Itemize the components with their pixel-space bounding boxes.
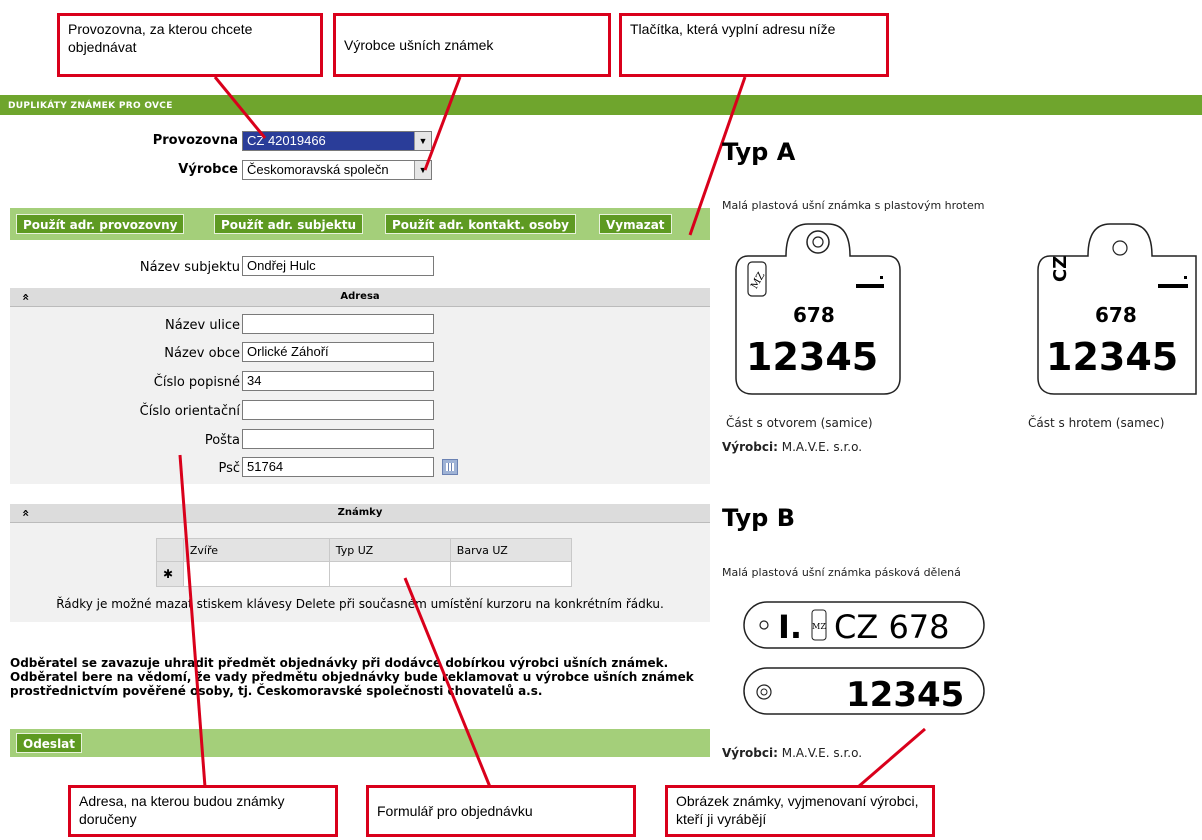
type-a-manufacturers: Výrobci: M.A.V.E. s.r.o. xyxy=(722,440,862,454)
tag-b-roman: I. xyxy=(778,608,802,646)
type-b-manufacturers: Výrobci: M.A.V.E. s.r.o. xyxy=(722,746,862,760)
tag-a-male-top: 678 xyxy=(1095,303,1137,327)
connector-obrazek xyxy=(857,727,926,789)
tag-b-image: I. MZ CZ 678 12345 xyxy=(743,601,985,715)
type-a-title: Typ A xyxy=(722,138,796,166)
tag-a-male-image: CZ 678 12345 xyxy=(1037,223,1197,395)
type-b-manufacturers-value: M.A.V.E. s.r.o. xyxy=(781,746,863,760)
tag-a-female-image: MZ 678 12345 xyxy=(735,223,901,395)
tag-a-female-number: 12345 xyxy=(746,335,878,379)
type-b-manufacturers-label: Výrobci: xyxy=(722,746,778,760)
callout-connectors xyxy=(178,76,926,789)
connector-vyrobce xyxy=(423,76,462,171)
type-a-manufacturers-label: Výrobci: xyxy=(722,440,778,454)
tag-b-country-code: CZ 678 xyxy=(834,608,950,646)
connector-adresa xyxy=(178,454,207,788)
tag-b-logo: MZ xyxy=(812,622,826,631)
tag-a-male-country: CZ xyxy=(1050,256,1071,282)
tag-a-female-top: 678 xyxy=(793,303,835,327)
type-b-title: Typ B xyxy=(722,504,795,532)
connector-formular xyxy=(403,577,492,788)
connector-provozovna xyxy=(213,76,267,139)
tag-a-male-number: 12345 xyxy=(1046,335,1178,379)
type-a-manufacturers-value: M.A.V.E. s.r.o. xyxy=(781,440,863,454)
tag-a-female-caption: Část s otvorem (samice) xyxy=(726,416,873,430)
type-b-description: Malá plastová ušní známka pásková dělená xyxy=(722,566,961,579)
type-a-description: Malá plastová ušní známka s plastovým hr… xyxy=(722,199,985,212)
tag-b-number: 12345 xyxy=(846,675,964,715)
tag-a-male-caption: Část s hrotem (samec) xyxy=(1028,416,1165,430)
